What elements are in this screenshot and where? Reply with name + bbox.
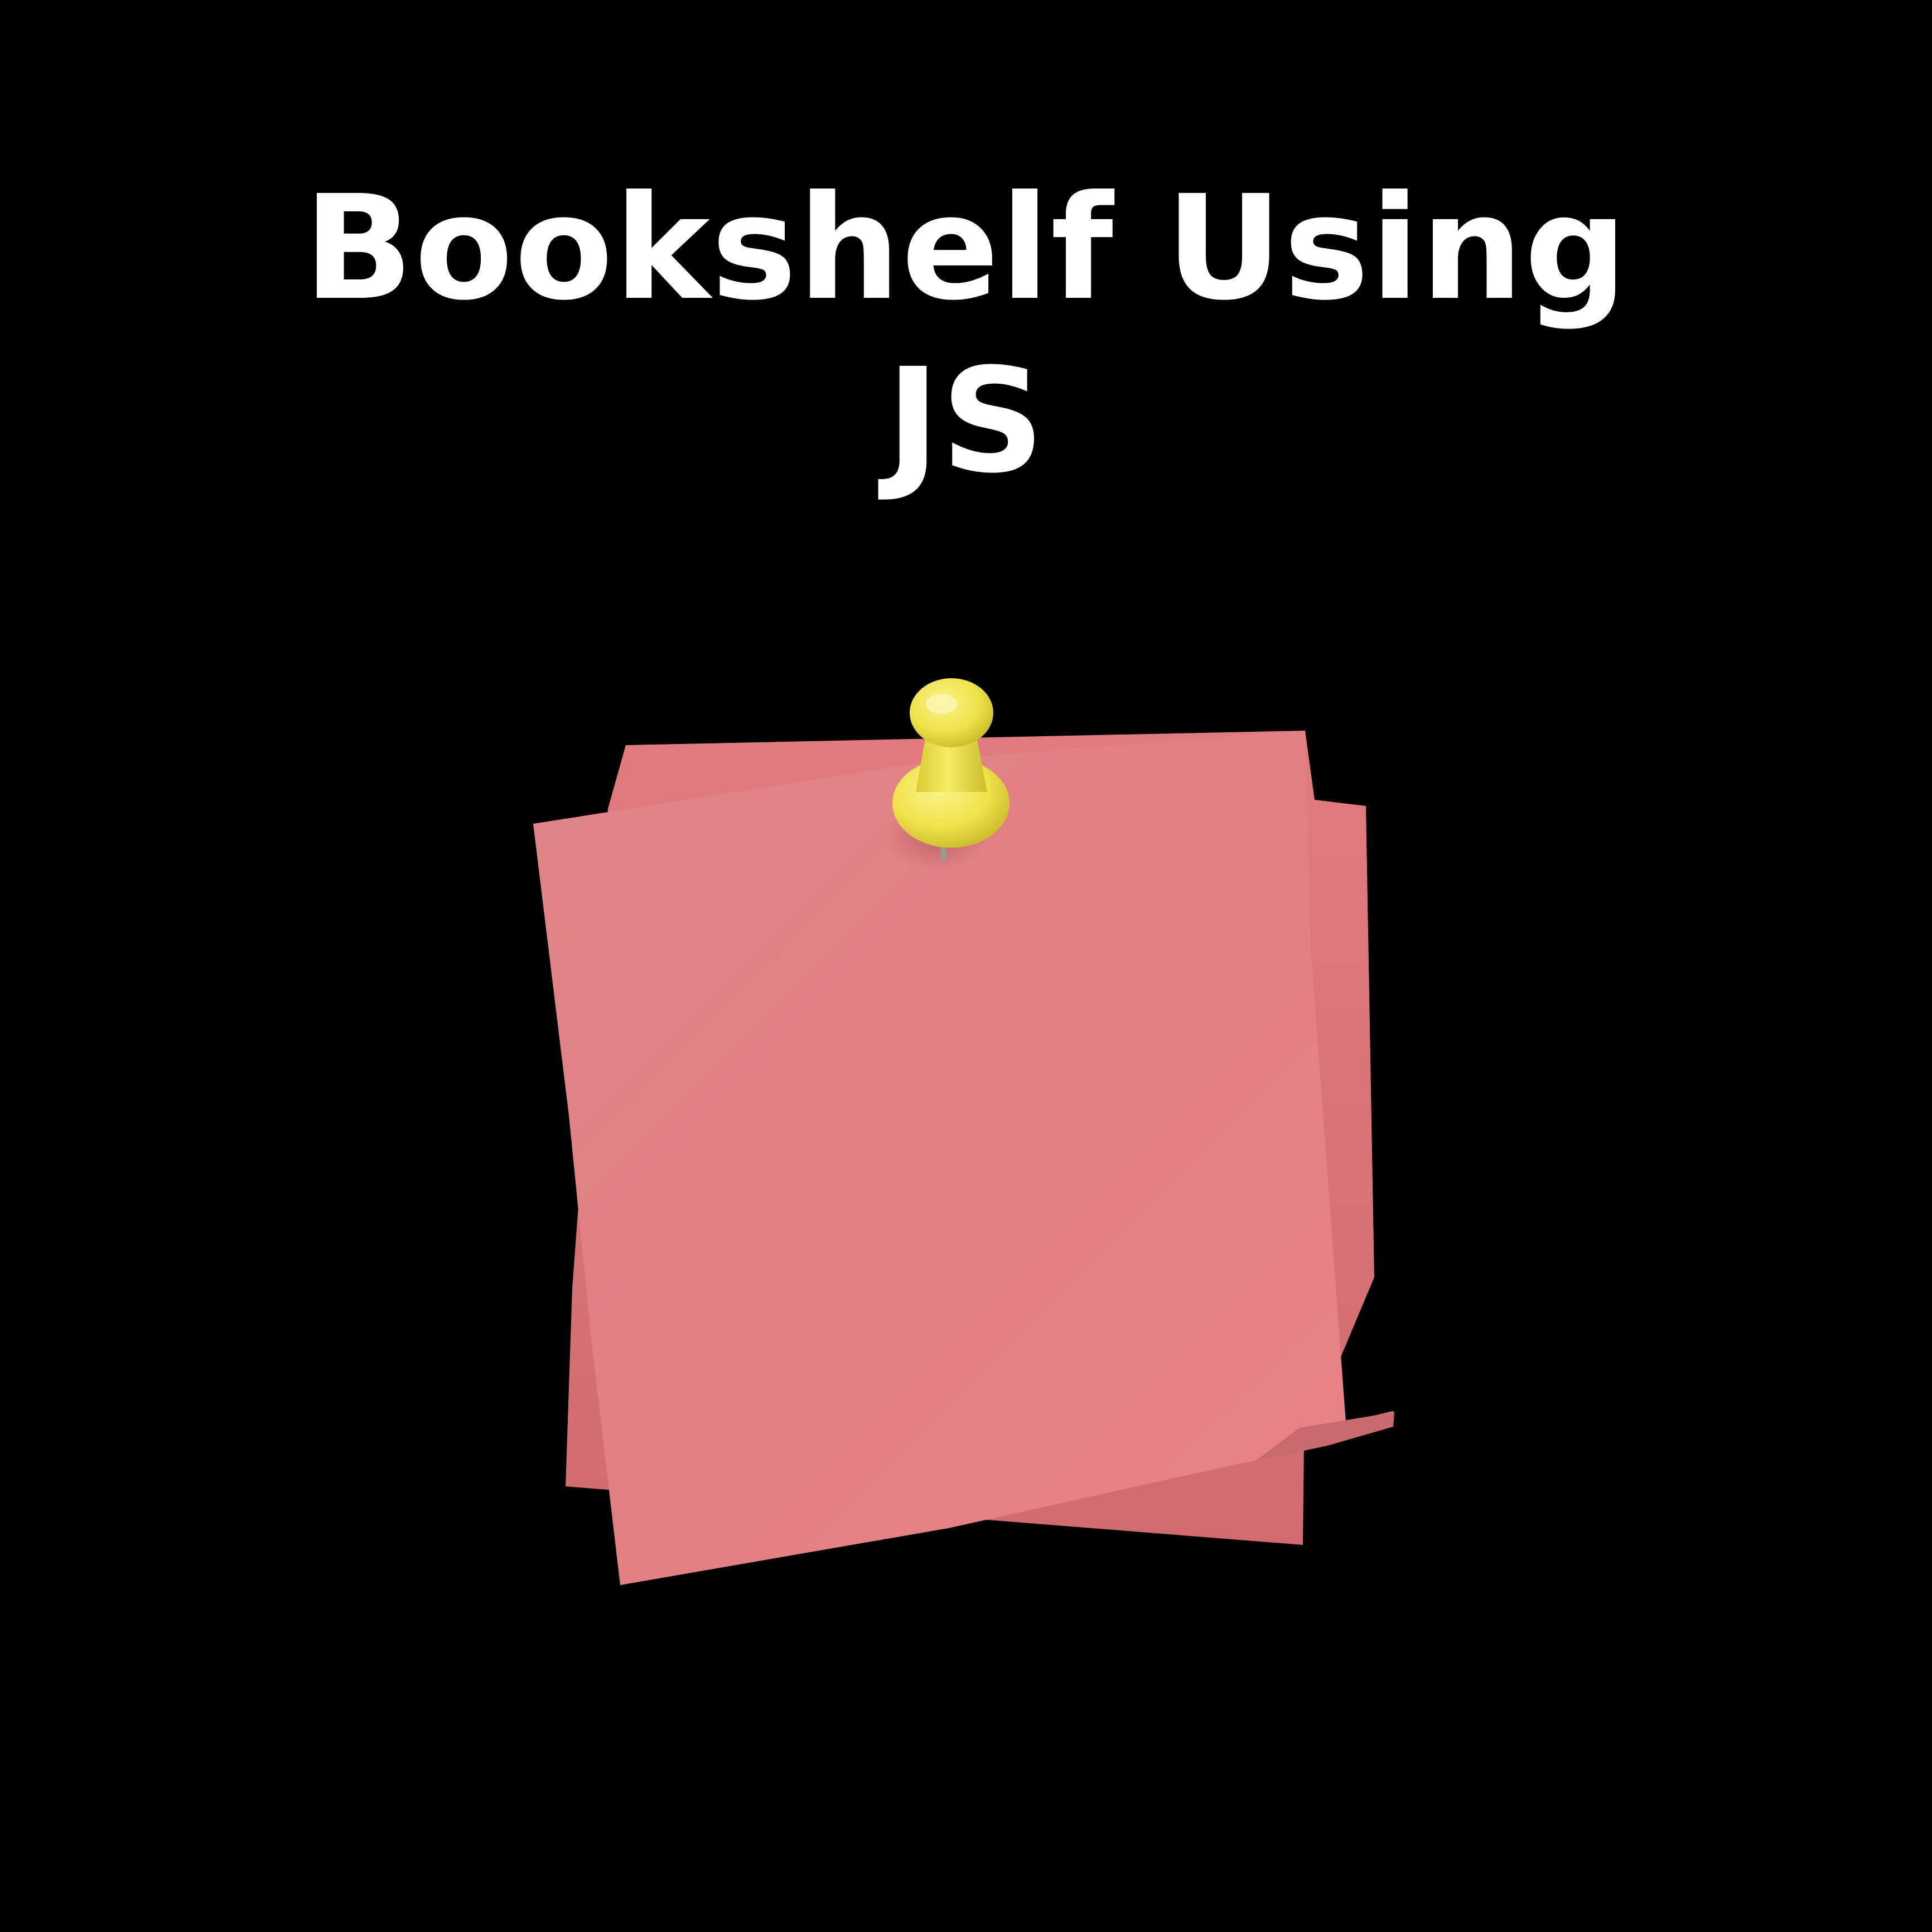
poster: Bookshelf Using JS [0,0,1932,1932]
sticky-note-illustration [533,678,1394,1585]
